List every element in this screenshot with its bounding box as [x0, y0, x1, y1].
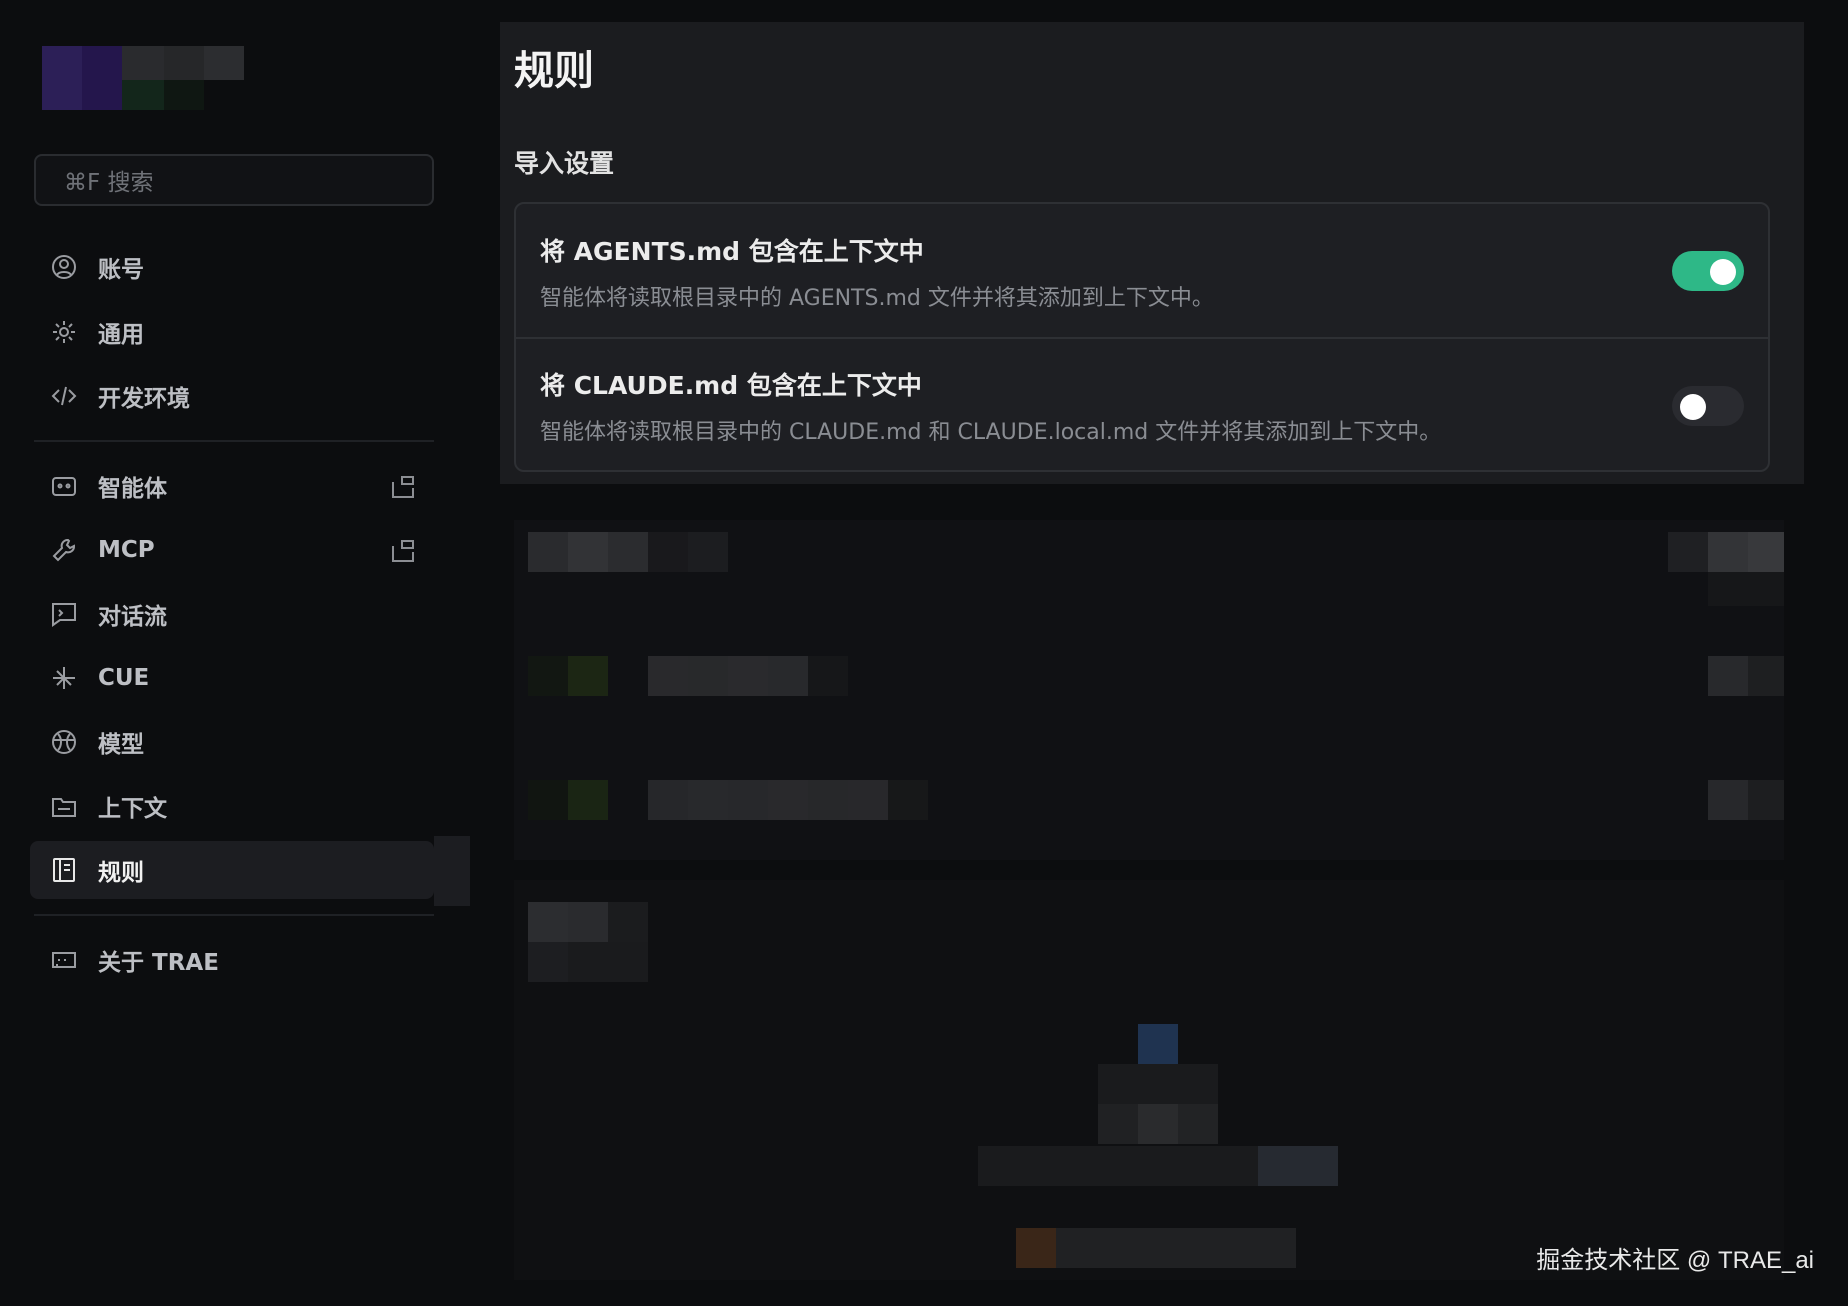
robot-icon	[50, 472, 78, 500]
context-icon	[50, 792, 78, 820]
page-title: 规则	[514, 48, 594, 94]
chat-flow-icon	[50, 600, 78, 628]
user-circle-icon	[50, 253, 78, 281]
gear-icon	[50, 318, 78, 346]
claude-md-title: 将 CLAUDE.md 包含在上下文中	[540, 371, 922, 400]
toggle-knob	[1680, 394, 1706, 420]
sidebar-item-label: 上下文	[98, 796, 167, 822]
sidebar-item-label: 开发环境	[98, 386, 190, 412]
sidebar-item-label: 通用	[98, 322, 144, 348]
wrench-icon	[50, 536, 78, 564]
sidebar-item-label: 对话流	[98, 604, 167, 630]
active-indicator	[434, 836, 470, 906]
code-icon	[50, 382, 78, 410]
external-link-icon[interactable]	[390, 474, 416, 500]
sidebar-item-rules[interactable]: 规则	[30, 841, 434, 899]
pixelated-content	[514, 520, 1784, 1280]
agents-md-description: 智能体将读取根目录中的 AGENTS.md 文件并将其添加到上下文中。	[540, 286, 1214, 311]
sidebar-item-label: 规则	[98, 860, 144, 886]
sidebar-item-label: 账号	[98, 257, 144, 283]
sidebar-item-cue[interactable]: CUE	[30, 649, 434, 707]
external-link-icon[interactable]	[390, 538, 416, 564]
sidebar-item-about[interactable]: 关于 TRAE	[30, 931, 434, 989]
sidebar-item-model[interactable]: 模型	[30, 713, 434, 771]
sidebar: ⌘F 搜索 账号 通用 开发环境 智能体 MCP 对话流 CUE 模型 上下文 …	[0, 0, 470, 1306]
sidebar-item-account[interactable]: 账号	[30, 238, 434, 296]
agents-md-toggle[interactable]	[1672, 251, 1744, 291]
sidebar-item-chat-flow[interactable]: 对话流	[30, 585, 434, 643]
agents-md-title: 将 AGENTS.md 包含在上下文中	[540, 237, 924, 266]
import-settings-title: 导入设置	[514, 149, 615, 178]
import-settings-card: 将 AGENTS.md 包含在上下文中 智能体将读取根目录中的 AGENTS.m…	[514, 202, 1770, 472]
claude-md-description: 智能体将读取根目录中的 CLAUDE.md 和 CLAUDE.local.md …	[540, 420, 1442, 445]
watermark: 掘金技术社区 @ TRAE_ai	[1536, 1247, 1814, 1274]
sidebar-divider	[34, 440, 434, 442]
model-icon	[50, 728, 78, 756]
card-divider	[516, 337, 1768, 339]
trae-icon	[50, 946, 78, 974]
rules-icon	[50, 856, 78, 884]
toggle-knob	[1710, 259, 1736, 285]
sidebar-item-label: 智能体	[98, 476, 167, 502]
search-placeholder: ⌘F 搜索	[64, 170, 154, 196]
sidebar-item-agents[interactable]: 智能体	[30, 457, 434, 515]
sidebar-item-mcp[interactable]: MCP	[30, 521, 434, 579]
app-logo	[42, 46, 244, 110]
sidebar-item-dev-env[interactable]: 开发环境	[30, 367, 434, 425]
sidebar-item-label: 关于 TRAE	[98, 950, 219, 976]
sidebar-item-label: 模型	[98, 732, 144, 758]
sidebar-item-label: CUE	[98, 665, 150, 691]
sidebar-item-general[interactable]: 通用	[30, 303, 434, 361]
sidebar-divider	[34, 914, 434, 916]
sparkle-icon	[50, 664, 78, 692]
sidebar-item-label: MCP	[98, 537, 155, 563]
sidebar-item-context[interactable]: 上下文	[30, 777, 434, 835]
search-input[interactable]: ⌘F 搜索	[34, 154, 434, 206]
claude-md-toggle[interactable]	[1672, 386, 1744, 426]
